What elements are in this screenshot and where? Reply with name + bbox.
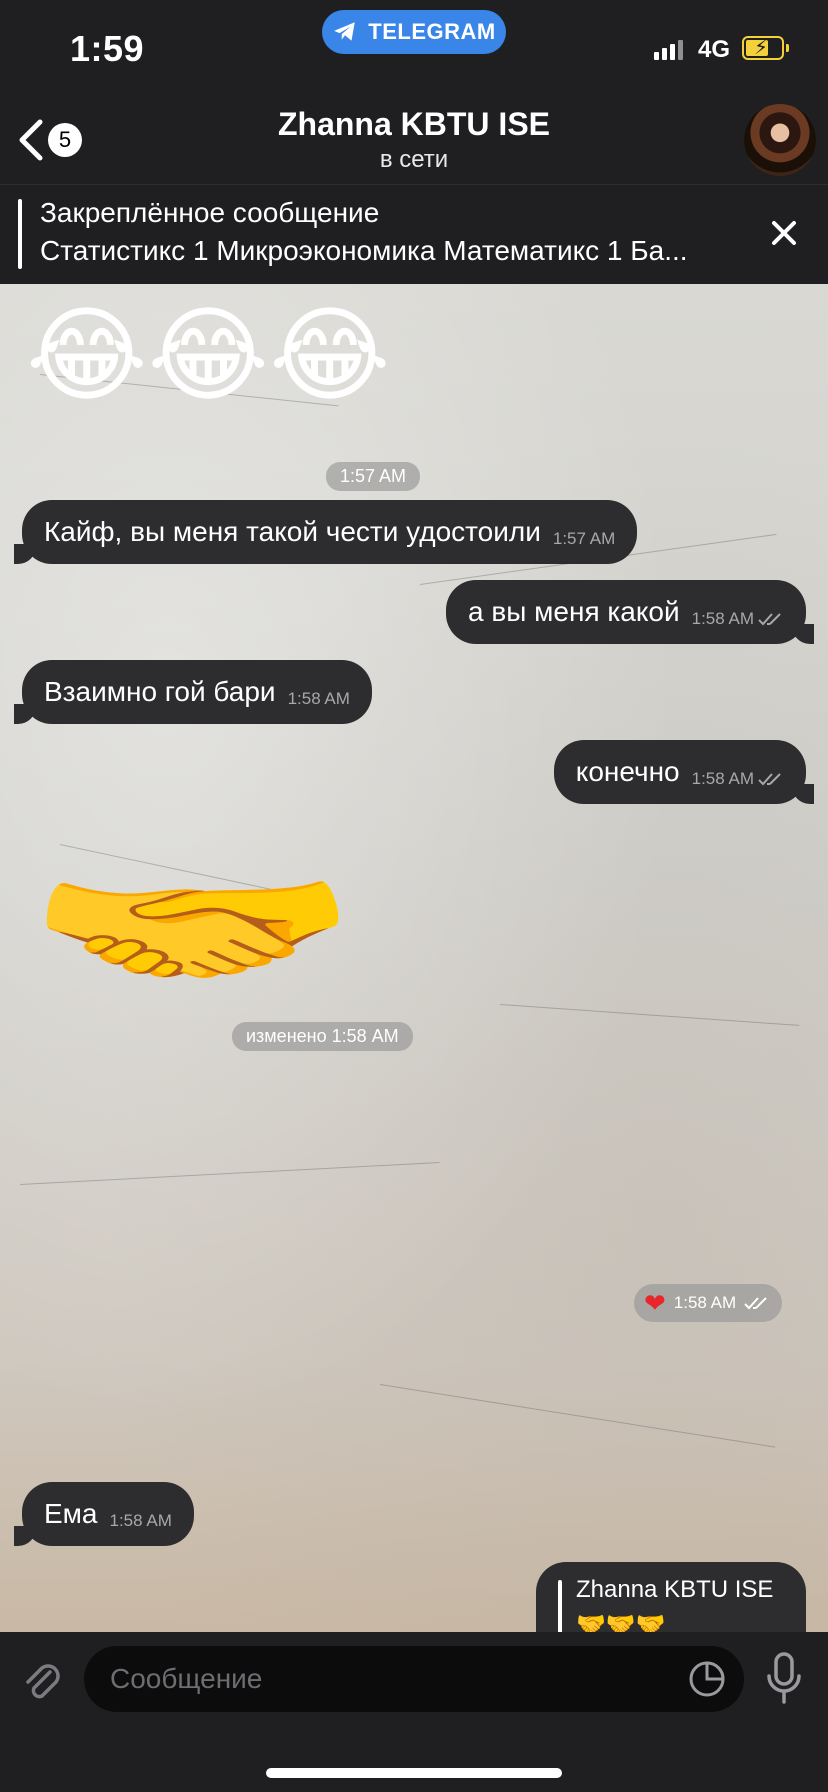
time-pill: 1:57 AM bbox=[326, 462, 421, 491]
message-input[interactable]: Сообщение bbox=[84, 1646, 744, 1712]
reaction-chip[interactable]: ❤ 1:58 AM bbox=[634, 1284, 783, 1322]
clock: 1:59 bbox=[70, 28, 145, 69]
battery-icon: ⚡ bbox=[742, 36, 789, 60]
chat-area[interactable]: 😂😂😂 1:57 AM Кайф, вы меня такой чести уд… bbox=[0, 284, 828, 1632]
sticker-icon[interactable] bbox=[688, 1660, 726, 1698]
message-time: 1:58 AM bbox=[287, 689, 350, 708]
message-time: 1:58 AM bbox=[691, 769, 754, 788]
avatar[interactable] bbox=[744, 104, 816, 176]
heart-icon: ❤ bbox=[644, 1288, 666, 1318]
quote-accent-bar bbox=[558, 1580, 562, 1632]
edited-pill: изменено 1:58 AM bbox=[232, 1022, 413, 1051]
pinned-message[interactable]: Закреплённое сообщение Статистикс 1 Микр… bbox=[0, 184, 828, 285]
read-ticks-icon bbox=[758, 773, 781, 786]
attach-paperclip-icon[interactable] bbox=[22, 1658, 62, 1706]
message-bubble-in[interactable]: Кайф, вы меня такой чести удостоили 1:57… bbox=[13, 500, 638, 564]
microphone-icon[interactable] bbox=[766, 1652, 802, 1706]
composer-bar: Сообщение bbox=[0, 1632, 828, 1792]
online-status: в сети bbox=[379, 146, 449, 173]
telegram-label: TELEGRAM bbox=[368, 19, 496, 44]
reaction-time: 1:58 AM bbox=[673, 1293, 737, 1312]
message-bubble-out[interactable]: конечно 1:58 AM bbox=[553, 740, 815, 804]
home-indicator[interactable] bbox=[266, 1768, 562, 1778]
telegram-icon bbox=[334, 22, 356, 41]
message-time: 1:58 AM bbox=[691, 609, 754, 628]
message-placeholder: Сообщение bbox=[110, 1663, 263, 1694]
pinned-text: Статистикс 1 Микроэкономика Математикс 1… bbox=[40, 235, 688, 266]
message-text: Кайф, вы меня такой чести удостоили bbox=[44, 516, 541, 547]
reply-message-bubble[interactable]: Zhanna KBTU ISE 🤝🤝🤝 bbox=[536, 1562, 806, 1632]
pin-accent-bar bbox=[18, 199, 22, 269]
message-text: а вы меня какой bbox=[468, 596, 680, 627]
quote-sender: Zhanna KBTU ISE bbox=[576, 1576, 774, 1603]
read-ticks-icon bbox=[744, 1297, 767, 1310]
pinned-title: Закреплённое сообщение bbox=[40, 197, 380, 228]
quote-text: 🤝🤝🤝 bbox=[576, 1611, 666, 1632]
message-time: 1:58 AM bbox=[109, 1511, 172, 1530]
message-text: Взаимно гой бари bbox=[44, 676, 276, 707]
message-text: Ема bbox=[44, 1498, 98, 1529]
message-bubble-out[interactable]: а вы меня какой 1:58 AM bbox=[446, 580, 814, 644]
message-bubble-in[interactable]: Ема 1:58 AM bbox=[14, 1482, 194, 1546]
message-text: конечно bbox=[575, 756, 680, 787]
message-bubble-in[interactable]: Взаимно гой бари 1:58 AM bbox=[14, 660, 372, 724]
handshake-sticker[interactable]: 🤝 bbox=[22, 864, 362, 994]
emoji-message[interactable]: 😂😂😂 bbox=[26, 304, 391, 408]
chat-title[interactable]: Zhanna KBTU ISE bbox=[0, 106, 828, 143]
chat-header: 5 Zhanna KBTU ISE в сети bbox=[0, 96, 828, 184]
telegram-pill[interactable]: TELEGRAM bbox=[322, 10, 506, 54]
read-ticks-icon bbox=[758, 613, 781, 626]
signal-icon bbox=[654, 38, 683, 60]
close-icon[interactable] bbox=[766, 215, 802, 251]
status-bar: 1:59 TELEGRAM 4G ⚡ bbox=[0, 0, 828, 96]
network-type: 4G bbox=[698, 36, 731, 63]
message-time: 1:57 AM bbox=[552, 529, 616, 548]
